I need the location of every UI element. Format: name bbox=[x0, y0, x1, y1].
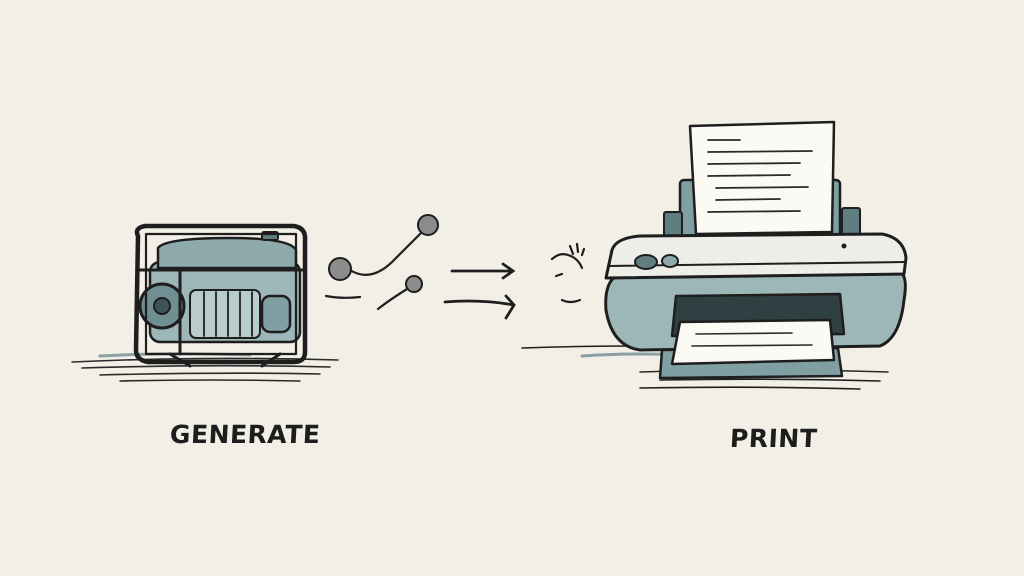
arrow-icon bbox=[443, 262, 516, 320]
generator-engine bbox=[189, 289, 261, 339]
paper-sheet-top bbox=[688, 120, 836, 236]
arrow-top bbox=[450, 262, 516, 280]
printer-button-1 bbox=[634, 254, 658, 270]
particle-1 bbox=[328, 257, 352, 281]
motion-marks bbox=[550, 242, 586, 304]
generator-pulley-hub bbox=[153, 297, 171, 315]
label-generate: GENERATE bbox=[169, 420, 322, 449]
diagram-illustration bbox=[71, 120, 908, 390]
flow-dash bbox=[324, 294, 362, 299]
diagram-canvas: GENERATE PRINT bbox=[0, 0, 1024, 576]
particle-3 bbox=[405, 275, 423, 293]
paper-sheet-output bbox=[670, 318, 836, 366]
energy-flow bbox=[324, 214, 439, 311]
printer-button-2 bbox=[661, 254, 679, 268]
arrow-bottom bbox=[443, 294, 516, 320]
particle-2 bbox=[417, 214, 439, 236]
generator-fuel-tank bbox=[156, 236, 298, 270]
generator-shadow bbox=[71, 352, 339, 382]
printer-icon bbox=[521, 120, 908, 390]
label-print: PRINT bbox=[729, 424, 819, 453]
flow-curve-1 bbox=[348, 224, 430, 276]
printer-indicator bbox=[841, 243, 847, 249]
generator-icon bbox=[71, 223, 339, 382]
generator-motor bbox=[260, 294, 292, 334]
